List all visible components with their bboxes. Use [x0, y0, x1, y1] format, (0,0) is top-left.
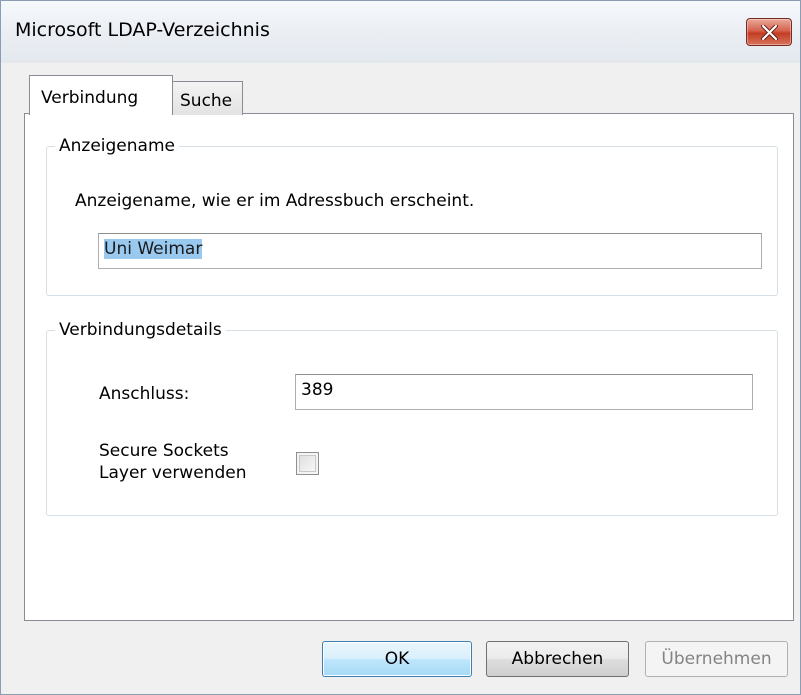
- cancel-button-label: Abbrechen: [511, 649, 604, 669]
- tab-suche[interactable]: Suche: [171, 81, 243, 115]
- group-connection-details: Verbindungsdetails Anschluss: 389 Secure…: [46, 320, 778, 516]
- close-icon: [761, 25, 778, 40]
- display-name-input[interactable]: Uni Weimar: [98, 233, 762, 269]
- close-button[interactable]: [746, 18, 792, 46]
- group-display-name-title: Anzeigename: [55, 136, 179, 156]
- group-display-name: Anzeigename Anzeigename, wie er im Adres…: [46, 136, 778, 296]
- ssl-label-line2: Layer verwenden: [99, 463, 247, 483]
- dialog-window: Microsoft LDAP-Verzeichnis Verbindung Su…: [0, 0, 801, 695]
- display-name-value: Uni Weimar: [104, 239, 203, 259]
- ok-button[interactable]: OK: [322, 641, 472, 677]
- dialog-client-area: Verbindung Suche Anzeigename Anzeigename…: [9, 63, 794, 686]
- ssl-checkbox[interactable]: [296, 452, 319, 475]
- tab-suche-label: Suche: [180, 91, 233, 111]
- cancel-button[interactable]: Abbrechen: [486, 641, 629, 677]
- port-value: 389: [301, 380, 334, 400]
- port-label: Anschluss:: [99, 384, 190, 404]
- tab-verbindung[interactable]: Verbindung: [29, 75, 173, 115]
- tab-panel-verbindung: Anzeigename Anzeigename, wie er im Adres…: [24, 113, 794, 621]
- ssl-label-line1: Secure Sockets: [99, 441, 229, 461]
- window-title: Microsoft LDAP-Verzeichnis: [15, 19, 270, 41]
- apply-button[interactable]: Übernehmen: [645, 641, 788, 677]
- display-name-description: Anzeigename, wie er im Adressbuch ersche…: [75, 191, 475, 211]
- port-input[interactable]: 389: [295, 374, 753, 410]
- group-connection-details-title: Verbindungsdetails: [55, 320, 226, 340]
- title-bar[interactable]: Microsoft LDAP-Verzeichnis: [1, 1, 800, 63]
- ok-button-label: OK: [384, 649, 410, 669]
- tab-verbindung-label: Verbindung: [41, 88, 139, 108]
- apply-button-label: Übernehmen: [661, 649, 772, 669]
